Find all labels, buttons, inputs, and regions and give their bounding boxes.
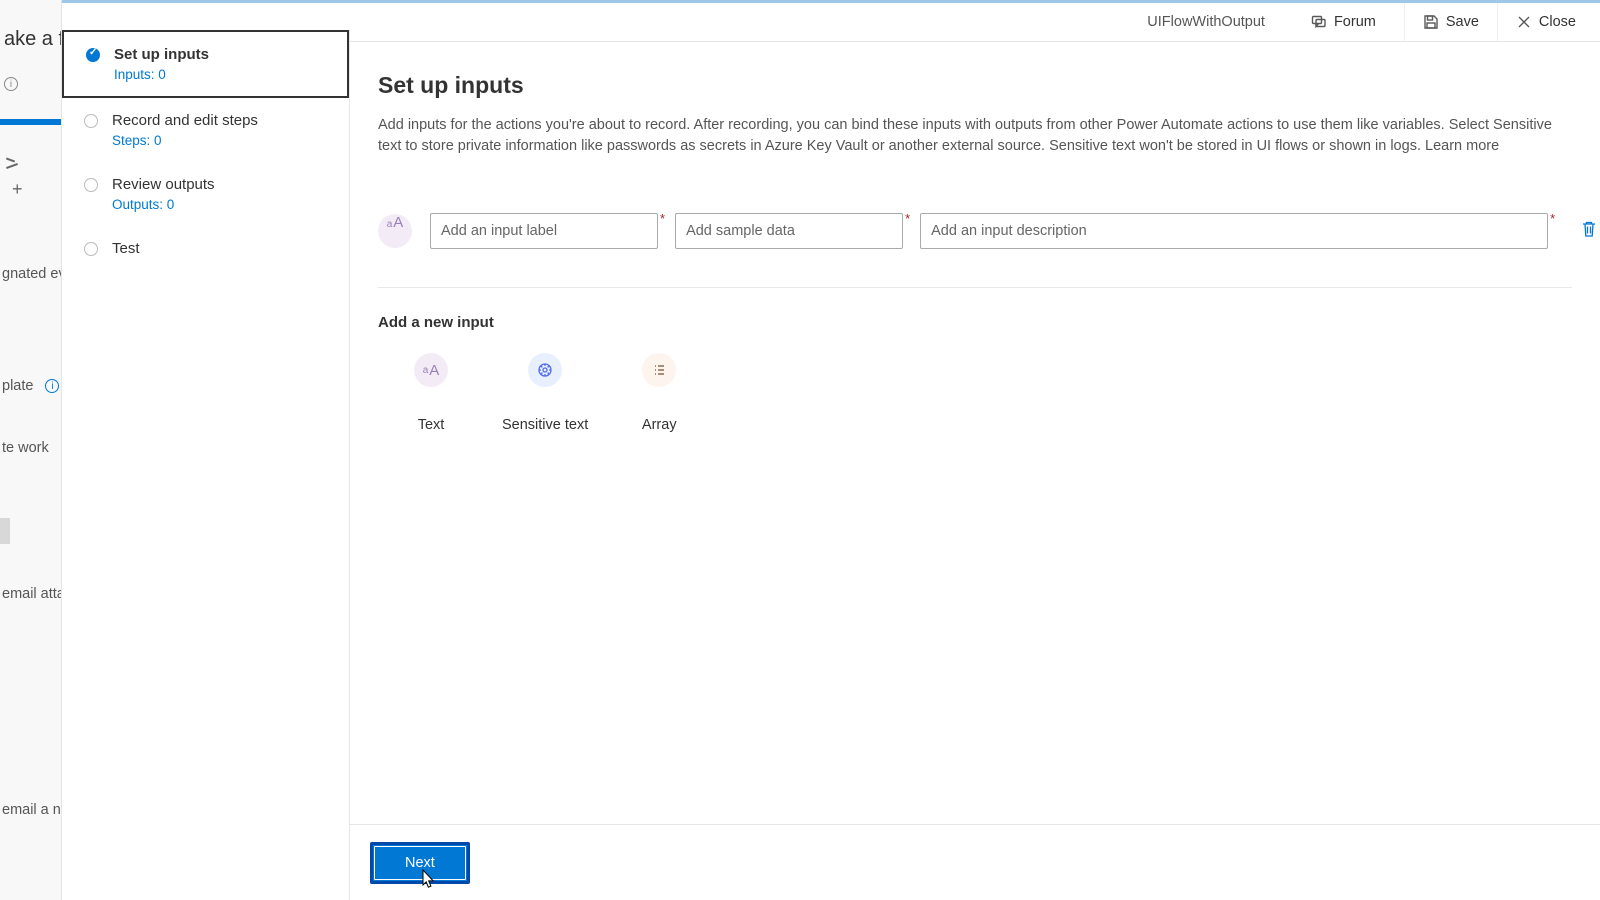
- save-button[interactable]: Save: [1404, 3, 1497, 41]
- step-indicator-icon: [84, 114, 98, 128]
- type-option-array[interactable]: Array: [624, 353, 694, 433]
- forum-icon: [1311, 14, 1327, 30]
- step-subtext: Steps: 0: [112, 133, 331, 148]
- type-option-sensitive[interactable]: Sensitive text: [502, 353, 588, 433]
- bg-grey-square: [0, 518, 10, 544]
- info-icon: i: [4, 77, 18, 91]
- bg-item-email-note: email a n…: [0, 802, 61, 818]
- step-subtext: Outputs: 0: [112, 197, 331, 212]
- type-option-text[interactable]: aA Text: [396, 353, 466, 433]
- sensitive-icon: [528, 353, 562, 387]
- page-description-text: Add inputs for the actions you're about …: [378, 117, 1552, 154]
- branch-icon: [6, 159, 21, 169]
- step-subtext: Inputs: 0: [114, 67, 329, 82]
- delete-input-button[interactable]: [1581, 220, 1597, 243]
- step-title: Test: [112, 240, 331, 257]
- background-sidebar: ake a fl… i + gnated even plate i te wor…: [0, 0, 62, 900]
- step-title: Set up inputs: [114, 46, 329, 63]
- input-sample-field-wrap: *: [675, 213, 910, 249]
- trash-icon: [1581, 220, 1597, 238]
- required-asterisk: *: [1550, 211, 1555, 249]
- plus-icon: +: [12, 179, 61, 200]
- forum-button[interactable]: Forum: [1293, 3, 1404, 41]
- page-title: Set up inputs: [378, 72, 1572, 99]
- text-type-icon: aA: [378, 214, 412, 248]
- input-sample-field[interactable]: [675, 213, 903, 249]
- step-indicator-icon: [84, 178, 98, 192]
- bg-item-attach: email attac: [0, 586, 61, 602]
- bg-accent-bar: [0, 119, 61, 125]
- learn-more-link[interactable]: Learn more: [1425, 138, 1499, 154]
- bg-title: ake a fl…: [0, 20, 61, 59]
- wizard-steps-panel: Set up inputs Inputs: 0 Record and edit …: [62, 30, 350, 900]
- bg-item-work: te work: [0, 440, 61, 456]
- save-icon: [1423, 14, 1439, 30]
- bg-item-plate-text: plate: [2, 378, 33, 394]
- input-label-field[interactable]: [430, 213, 658, 249]
- type-label: Sensitive text: [502, 417, 588, 433]
- flow-name: UIFlowWithOutput: [1147, 14, 1293, 30]
- info-icon: i: [45, 379, 59, 393]
- input-definition-row: aA * * *: [378, 213, 1572, 288]
- step-record-edit[interactable]: Record and edit steps Steps: 0: [62, 98, 349, 162]
- type-label: Text: [418, 417, 445, 433]
- step-test[interactable]: Test: [62, 226, 349, 271]
- close-button[interactable]: Close: [1497, 3, 1594, 41]
- required-asterisk: *: [905, 211, 910, 249]
- save-label: Save: [1446, 14, 1479, 30]
- input-label-field-wrap: *: [430, 213, 665, 249]
- wizard-footer: Next: [350, 824, 1600, 900]
- array-icon: [642, 353, 676, 387]
- input-type-picker: aA Text Sensitive text Array: [378, 353, 1572, 433]
- forum-label: Forum: [1334, 14, 1376, 30]
- main-content: Set up inputs Add inputs for the actions…: [350, 42, 1600, 824]
- input-desc-field-wrap: *: [920, 213, 1555, 249]
- bg-icon-stack: +: [0, 159, 61, 200]
- step-title: Review outputs: [112, 176, 331, 193]
- required-asterisk: *: [660, 211, 665, 249]
- close-label: Close: [1539, 14, 1576, 30]
- bg-item-plate: plate i: [0, 378, 61, 394]
- bg-item-gnated: gnated even: [0, 266, 61, 282]
- step-indicator-icon: [84, 242, 98, 256]
- close-icon: [1516, 14, 1532, 30]
- step-indicator-done-icon: [86, 48, 100, 62]
- step-set-up-inputs[interactable]: Set up inputs Inputs: 0: [62, 30, 349, 98]
- step-review-outputs[interactable]: Review outputs Outputs: 0: [62, 162, 349, 226]
- add-new-input-title: Add a new input: [378, 314, 1572, 331]
- next-button[interactable]: Next: [370, 842, 470, 884]
- step-title: Record and edit steps: [112, 112, 331, 129]
- text-icon: aA: [414, 353, 448, 387]
- page-description: Add inputs for the actions you're about …: [378, 115, 1572, 157]
- type-label: Array: [642, 417, 677, 433]
- input-description-field[interactable]: [920, 213, 1548, 249]
